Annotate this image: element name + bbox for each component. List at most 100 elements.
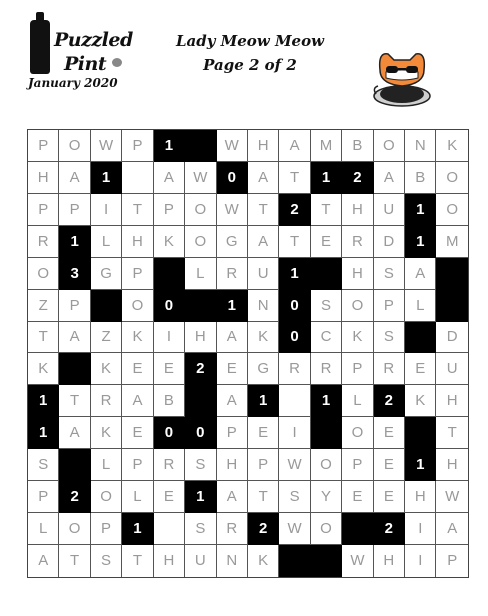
logo-word-pint: Pint — [64, 53, 107, 75]
grid-cell: T — [122, 544, 154, 577]
grid-cell: N — [217, 544, 248, 577]
grid-cell: T — [247, 193, 280, 226]
grid-cell: S — [185, 513, 217, 545]
grid-cell: T — [279, 161, 311, 194]
grid-cell-black: 1 — [405, 225, 437, 258]
grid-cell: T — [436, 417, 468, 450]
grid-cell: P — [122, 257, 154, 290]
grid-cell — [279, 385, 311, 418]
grid-cell-black: 1 — [216, 289, 248, 322]
grid-cell: D — [373, 225, 406, 258]
grid-cell: K — [436, 130, 468, 162]
grid-cell — [122, 161, 154, 194]
grid-cell: H — [374, 544, 406, 577]
grid-cell: A — [59, 417, 91, 450]
grid-cell: U — [185, 544, 217, 577]
grid-cell: W — [216, 193, 248, 226]
grid-cell: W — [279, 449, 311, 482]
grid-cell: E — [342, 481, 374, 514]
grid-cell: P — [342, 353, 374, 386]
grid-cell-black: 2 — [185, 353, 217, 386]
grid-cell: P — [122, 449, 154, 482]
grid-cell: P — [153, 193, 186, 226]
grid-cell: H — [122, 225, 154, 258]
grid-cell: K — [28, 353, 60, 386]
grid-cell: K — [405, 385, 437, 418]
grid-cell: W — [436, 481, 468, 514]
grid-cell-black: 3 — [59, 257, 91, 290]
grid-cell: L — [90, 449, 123, 482]
grid-cell-black: 1 — [310, 161, 343, 194]
grid-cell-black — [436, 257, 468, 290]
grid-cell: R — [216, 513, 248, 545]
grid-cell-black: 1 — [153, 130, 186, 162]
grid-cell: P — [216, 417, 248, 450]
grid-cell: I — [279, 417, 311, 450]
grid-cell-black — [436, 289, 468, 322]
grid-cell: A — [405, 257, 437, 290]
grid-cell-black: 0 — [216, 161, 248, 194]
grid-cell: H — [342, 257, 374, 290]
grid-cell: O — [373, 130, 406, 162]
grid-cell: E — [153, 353, 186, 386]
grid-cell: L — [90, 225, 123, 258]
grid-cell: O — [342, 417, 374, 450]
grid-cell: W — [279, 513, 311, 545]
grid-cell: L — [185, 257, 217, 290]
grid-cell: K — [90, 353, 123, 386]
grid-cell: I — [90, 193, 123, 226]
grid-cell: U — [247, 257, 280, 290]
grid-cell: B — [153, 385, 186, 418]
grid-cell: T — [59, 385, 91, 418]
grid-cell-black: 0 — [153, 417, 186, 450]
grid-cell: A — [279, 130, 311, 162]
grid-cell: E — [373, 417, 406, 450]
grid-cell: T — [122, 193, 154, 226]
grid-cell: O — [342, 289, 374, 322]
grid-cell: O — [310, 449, 343, 482]
grid-cell: T — [59, 544, 91, 577]
grid-cell-black: 0 — [185, 417, 217, 450]
grid-cell: E — [216, 353, 248, 386]
grid-cell: H — [247, 130, 280, 162]
grid-cell: G — [90, 257, 123, 290]
grid-cell: W — [342, 544, 374, 577]
page-subtitle: Page 2 of 2 — [203, 56, 297, 74]
grid-cell: R — [153, 449, 186, 482]
grid-cell: K — [342, 321, 374, 354]
grid-cell: M — [310, 130, 343, 162]
grid-cell-black: 1 — [405, 449, 437, 482]
grid-cell: O — [28, 257, 60, 290]
grid-cell: P — [247, 449, 280, 482]
grid-cell: H — [185, 321, 217, 354]
grid-cell-black — [153, 257, 186, 290]
grid-cell-black — [405, 321, 437, 354]
grid-cell: C — [310, 321, 343, 354]
grid-cell: P — [59, 289, 91, 322]
grid-cell: K — [247, 321, 280, 354]
grid-cell: K — [122, 321, 154, 354]
grid-cell-black: 2 — [59, 481, 91, 514]
grid-cell: Z — [90, 321, 123, 354]
cat-icon — [373, 53, 431, 107]
grid-cell-black: 1 — [247, 385, 280, 418]
grid-cell: R — [90, 385, 123, 418]
grid-cell: E — [122, 417, 154, 450]
grid-cell: I — [153, 321, 186, 354]
grid-cell: E — [247, 417, 280, 450]
grid-cell: A — [59, 161, 91, 194]
grid-cell: M — [436, 226, 468, 258]
grid-cell-black: 1 — [28, 417, 60, 450]
grid-cell: T — [279, 225, 311, 258]
grid-cell-black: 1 — [28, 385, 60, 418]
grid-cell: W — [185, 161, 217, 194]
logo-word-puzzled: Puzzled — [54, 29, 133, 51]
grid-cell: K — [248, 544, 280, 577]
grid-cell: A — [122, 385, 154, 418]
grid-cell: Y — [310, 481, 343, 514]
logo-date: January 2020 — [28, 76, 118, 90]
grid-cell: O — [185, 193, 217, 226]
grid-cell: T — [247, 481, 280, 514]
puzzled-pint-logo: Puzzled Pint January 2020 — [24, 12, 133, 92]
grid-cell-black — [185, 130, 217, 162]
